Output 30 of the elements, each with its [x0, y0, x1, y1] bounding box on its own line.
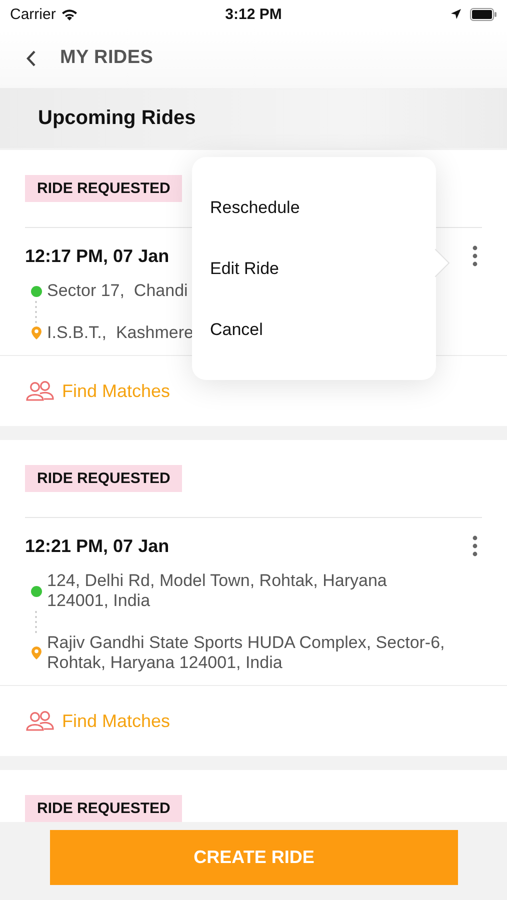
clock-time: 3:12 PM [225, 6, 282, 22]
destination-pin-icon [30, 326, 42, 340]
origin-dot-icon [30, 286, 42, 296]
pickup-address: Sector 17, Chandi [47, 281, 188, 301]
menu-item[interactable]: Edit Ride [192, 238, 436, 299]
destination-pin-icon [30, 646, 42, 660]
menu-item[interactable]: Reschedule [192, 177, 436, 238]
vertical-dots-icon [472, 245, 478, 267]
page-title: MY RIDES [60, 47, 154, 69]
carrier-name: Carrier [10, 6, 56, 22]
battery-icon [470, 8, 498, 20]
pickup-address: 124, Delhi Rd, Model Town, Rohtak, Haryana 124001, India [47, 571, 388, 611]
wifi-icon [60, 8, 78, 20]
menu-item[interactable]: Cancel [192, 299, 436, 360]
dropoff-address: Rajiv Gandhi State Sports HUDA Complex, Sector-6, Rohtak, Haryana 124001, India [47, 633, 446, 673]
status-badge: RIDE REQUESTED [25, 175, 182, 202]
route-dotted-line [35, 301, 37, 323]
section-title: Upcoming Rides [38, 106, 196, 130]
status-badge: RIDE REQUESTED [25, 465, 182, 492]
status-badge: RIDE REQUESTED [25, 795, 182, 822]
location-arrow-icon [450, 8, 462, 20]
ride-time: 12:21 PM, 07 Jan [25, 536, 170, 556]
vertical-dots-icon [472, 535, 478, 557]
chevron-left-icon [26, 50, 36, 66]
people-icon [26, 381, 54, 401]
ride-time: 12:17 PM, 07 Jan [25, 246, 170, 266]
route-dotted-line [35, 611, 37, 633]
people-icon [26, 711, 54, 731]
dropoff-address: I.S.B.T., Kashmere [47, 323, 194, 343]
origin-dot-icon [30, 586, 42, 596]
